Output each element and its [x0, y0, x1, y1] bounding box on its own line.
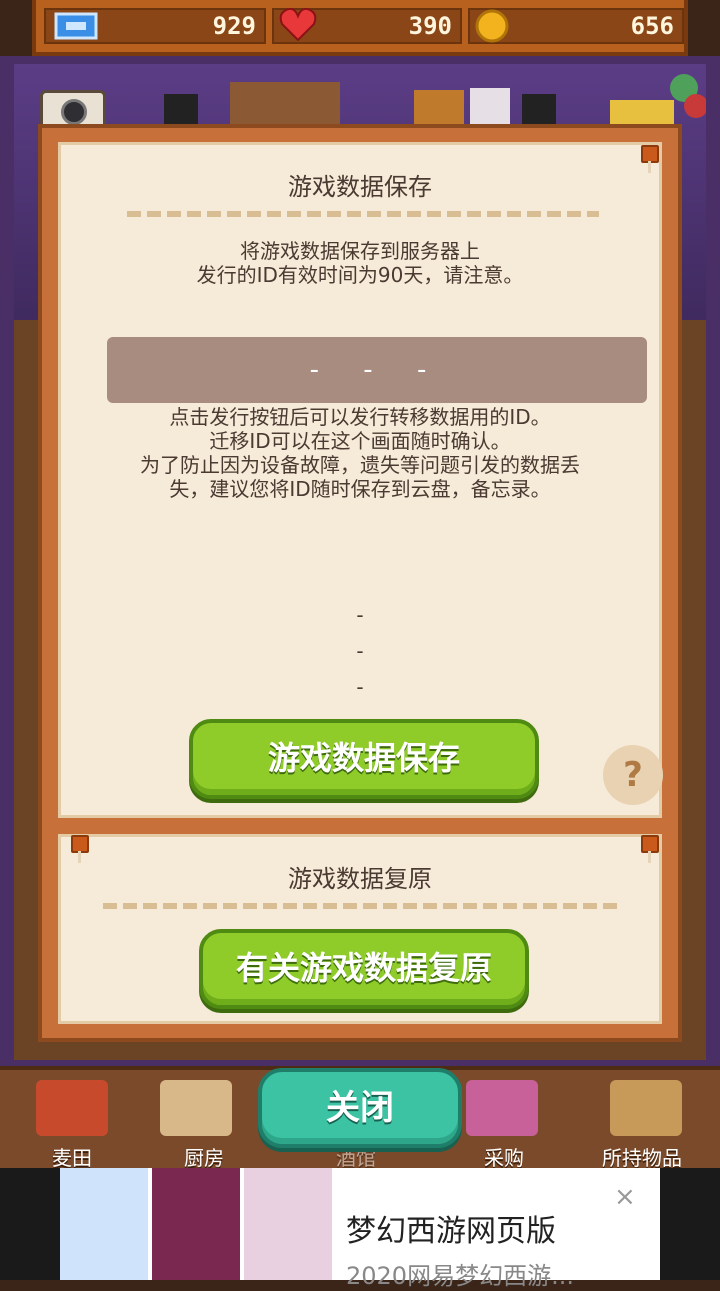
restore-panel: 游戏数据复原 有关游戏数据复原 [58, 834, 662, 1024]
nav-item-kitchen[interactable]: 厨房 [144, 1142, 264, 1171]
pin-icon [71, 835, 89, 863]
ad-thumbnail-1[interactable] [60, 1168, 148, 1280]
shopping-icon [466, 1080, 538, 1136]
pin-icon [641, 145, 659, 173]
resource-bar: 929 390 656 [32, 0, 688, 56]
save-data-button[interactable]: 游戏数据保存 [189, 719, 539, 799]
status-dash-2: - [356, 639, 364, 663]
heart-value: 390 [408, 12, 452, 40]
data-transfer-dialog: 游戏数据保存 将游戏数据保存到服务器上 发行的ID有效时间为90天，请注意。 -… [38, 124, 682, 1042]
ad-margin-left [0, 1168, 60, 1280]
nav-item-inventory[interactable]: 所持物品 [582, 1142, 702, 1171]
coin-counter: 656 [468, 8, 684, 44]
heart-icon [279, 7, 317, 42]
wheat-field-icon [36, 1080, 108, 1136]
save-panel: 游戏数据保存 将游戏数据保存到服务器上 发行的ID有效时间为90天，请注意。 -… [58, 142, 663, 818]
ad-subtitle[interactable]: 2020网易梦幻西游... [346, 1256, 646, 1291]
restore-info-button[interactable]: 有关游戏数据复原 [199, 929, 529, 1009]
status-dash-1: - [356, 603, 364, 627]
heart-counter: 390 [272, 7, 462, 44]
coin-value: 656 [630, 12, 674, 40]
ticket-icon [54, 12, 98, 40]
ad-close-icon[interactable]: × [614, 1182, 636, 1212]
ad-thumbnail-2[interactable] [152, 1168, 240, 1280]
help-button[interactable]: ? [603, 745, 663, 805]
kitchen-icon [160, 1080, 232, 1136]
save-instructions: 点击发行按钮后可以发行转移数据用的ID。 迁移ID可以在这个画面随时确认。 为了… [140, 405, 580, 501]
ad-title[interactable]: 梦幻西游网页版 [346, 1206, 556, 1250]
save-panel-title: 游戏数据保存 [288, 173, 432, 201]
close-button[interactable]: 关闭 [258, 1068, 462, 1148]
nav-item-shopping[interactable]: 采购 [444, 1142, 564, 1171]
ad-thumbnail-3[interactable] [244, 1168, 332, 1280]
pin-icon [641, 835, 659, 863]
nav-item-wheat-field[interactable]: 麦田 [12, 1142, 132, 1171]
ticket-value: 929 [212, 12, 256, 40]
coin-icon [475, 9, 509, 43]
camera-icon [61, 99, 87, 125]
ticket-counter: 929 [44, 8, 266, 44]
ad-margin-right [660, 1168, 720, 1280]
restore-panel-title: 游戏数据复原 [288, 865, 432, 893]
ad-banner[interactable]: 梦幻西游网页版 2020网易梦幻西游... × [60, 1168, 660, 1290]
title-divider [103, 903, 623, 909]
title-divider [127, 211, 599, 217]
inventory-box-icon [610, 1080, 682, 1136]
transfer-id-display: - - - [107, 337, 647, 403]
save-description: 将游戏数据保存到服务器上 发行的ID有效时间为90天，请注意。 [196, 239, 524, 287]
status-dash-3: - [356, 675, 364, 699]
